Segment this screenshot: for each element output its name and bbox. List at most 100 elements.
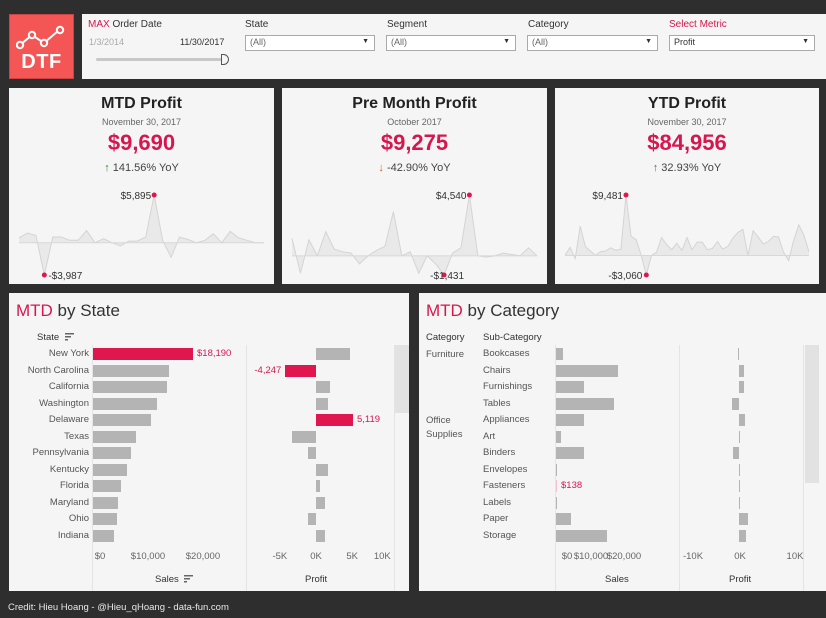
category-dropdown[interactable]: (All) ▼ [527, 35, 658, 51]
sales-bar[interactable] [93, 513, 118, 525]
sales-bar[interactable] [93, 480, 122, 492]
sales-axis-title[interactable]: Sales [155, 574, 194, 585]
sales-bar[interactable] [93, 397, 158, 410]
subcategory-label[interactable]: Furnishings [483, 381, 532, 392]
subcategory-label[interactable]: Binders [483, 447, 515, 458]
state-label[interactable]: Pennsylvania [32, 447, 89, 458]
sales-bar[interactable] [556, 348, 564, 360]
sales-bar[interactable] [556, 447, 584, 459]
kpi-title: YTD Profit [647, 95, 727, 112]
state-label[interactable]: Texas [64, 431, 89, 442]
sales-bar[interactable] [556, 414, 585, 426]
sales-bar[interactable] [93, 364, 169, 377]
profit-bar[interactable] [738, 348, 739, 360]
profit-bar[interactable] [316, 348, 350, 360]
sparkline-line [18, 194, 264, 276]
scrollbar[interactable] [805, 345, 819, 483]
profit-bar[interactable] [739, 480, 740, 492]
mtd-by-state-panel: MTD by State State New York $18,190 North … [9, 293, 409, 591]
profit-bar[interactable] [285, 364, 316, 377]
sales-bar[interactable] [556, 397, 615, 410]
subcategory-label[interactable]: Fasteners [483, 480, 525, 491]
profit-bar[interactable] [316, 397, 328, 410]
segment-dropdown[interactable]: (All) ▼ [386, 35, 516, 51]
sales-bar[interactable] [93, 463, 128, 476]
sales-bar[interactable] [93, 447, 132, 459]
subcategory-label[interactable]: Bookcases [483, 348, 529, 359]
subcategory-label[interactable]: Labels [483, 497, 511, 508]
state-label[interactable]: Delaware [49, 414, 89, 425]
profit-bar[interactable] [316, 529, 325, 542]
subcategory-label[interactable]: Envelopes [483, 464, 527, 475]
profit-bar[interactable] [739, 430, 741, 443]
subcategory-label[interactable]: Tables [483, 398, 510, 409]
profit-bar[interactable] [739, 364, 745, 377]
subcategory-label[interactable]: Paper [483, 513, 508, 524]
sales-bar[interactable] [556, 381, 585, 393]
profit-bar[interactable] [739, 529, 747, 542]
state-label[interactable]: Washington [39, 398, 89, 409]
subcategory-label[interactable]: Appliances [483, 414, 529, 425]
profit-bar[interactable] [732, 397, 739, 410]
subcategory-label[interactable]: Storage [483, 530, 516, 541]
sales-bar[interactable] [556, 463, 558, 476]
sales-bar[interactable] [93, 414, 151, 426]
profit-bar[interactable] [316, 414, 353, 426]
date-label-highlight: MAX [88, 19, 110, 30]
profit-bar[interactable] [739, 496, 740, 509]
sales-bar[interactable] [556, 430, 561, 443]
sales-bar[interactable] [556, 364, 618, 377]
state-label[interactable]: North Carolina [28, 365, 89, 376]
sales-value-label: $18,190 [197, 348, 232, 359]
profit-bar[interactable] [316, 480, 320, 492]
sort-icon[interactable] [64, 333, 74, 341]
sales-bar[interactable] [556, 480, 557, 492]
sales-bar[interactable] [556, 513, 571, 525]
profit-bar[interactable] [308, 513, 316, 525]
sales-bar[interactable] [93, 348, 193, 360]
subcategory-label[interactable]: Chairs [483, 365, 510, 376]
state-label[interactable]: California [49, 381, 89, 392]
date-slider-track[interactable] [96, 58, 224, 61]
state-label[interactable]: Indiana [58, 530, 89, 541]
profit-bar[interactable] [733, 447, 739, 459]
sales-bar[interactable] [556, 496, 557, 509]
state-label[interactable]: Kentucky [50, 464, 89, 475]
profit-bar[interactable] [739, 381, 744, 393]
subcategory-label[interactable]: Art [483, 431, 495, 442]
profit-bar[interactable] [739, 513, 748, 525]
sort-icon[interactable] [184, 575, 194, 583]
subcategory-column-header[interactable]: Sub-Category [483, 332, 542, 343]
max-point [623, 192, 629, 198]
state-column-header[interactable]: State [37, 332, 74, 343]
profit-bar[interactable] [316, 381, 330, 393]
kpi-yoy-text: 32.93% YoY [658, 162, 722, 174]
title-rest: by Category [462, 301, 560, 320]
state-label[interactable]: Florida [60, 480, 89, 491]
scrollbar[interactable] [395, 345, 409, 413]
metric-dropdown[interactable]: Profit ▼ [669, 35, 815, 51]
profit-bar[interactable] [316, 496, 326, 509]
sales-bar[interactable] [93, 529, 114, 542]
state-label[interactable]: Ohio [69, 513, 89, 524]
sales-bar[interactable] [93, 381, 167, 393]
sales-bar[interactable] [93, 496, 118, 509]
profit-axis-tick: 0K [310, 551, 322, 562]
state-dropdown[interactable]: (All) ▼ [245, 35, 375, 51]
profit-bar[interactable] [739, 463, 740, 476]
state-label[interactable]: New York [49, 348, 89, 359]
kpi-title: Pre Month Profit [352, 95, 477, 112]
date-slider-handle[interactable] [221, 54, 229, 65]
category-column-header[interactable]: Category [426, 332, 465, 343]
category-label[interactable]: Office Supplies [426, 414, 476, 442]
sales-bar[interactable] [556, 529, 607, 542]
state-label[interactable]: Maryland [50, 497, 89, 508]
sales-bar[interactable] [93, 430, 137, 443]
chevron-down-icon: ▼ [645, 38, 652, 45]
profit-bar[interactable] [292, 430, 316, 443]
category-label[interactable]: Furniture [426, 348, 476, 362]
kpi-date: November 30, 2017 [101, 117, 182, 127]
profit-bar[interactable] [739, 414, 746, 426]
profit-bar[interactable] [308, 447, 316, 459]
profit-bar[interactable] [316, 463, 328, 476]
